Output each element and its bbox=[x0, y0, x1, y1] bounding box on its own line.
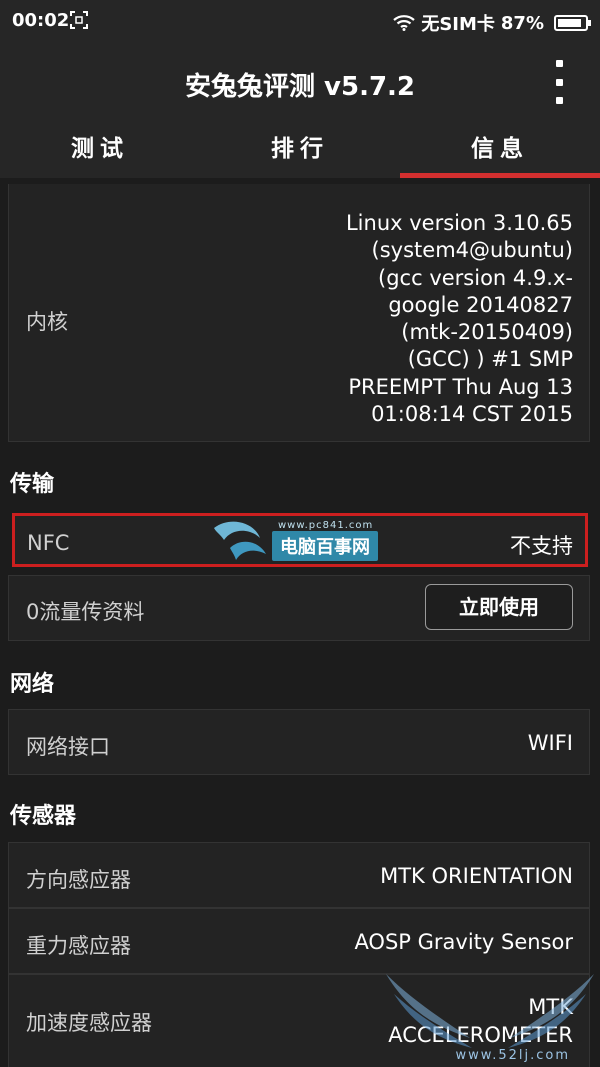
kernel-line: Linux version 3.10.65 bbox=[345, 211, 573, 235]
section-header-network: 网络 bbox=[10, 672, 55, 697]
use-now-button[interactable]: 立即使用 bbox=[425, 584, 573, 630]
watermark-swirl-icon bbox=[214, 521, 266, 560]
watermark-52lj: www.52lj.com bbox=[380, 968, 600, 1067]
menu-dot bbox=[555, 97, 563, 104]
section-header-sensors: 传感器 bbox=[10, 804, 77, 829]
watermark-pc841: www.pc841.com 电脑百事网 bbox=[210, 518, 390, 562]
tab-ranking[interactable]: 排行 bbox=[200, 122, 400, 178]
kernel-line: google 20140827 bbox=[388, 292, 573, 317]
network-interface-value: WIFI bbox=[527, 731, 573, 755]
kernel-line: (GCC) ) #1 SMP bbox=[407, 347, 573, 372]
sim-status: 无SIM卡 bbox=[421, 14, 495, 35]
kernel-label: 内核 bbox=[26, 310, 68, 334]
watermark-name: 电脑百事网 bbox=[272, 531, 378, 561]
kernel-line: 01:08:14 CST 2015 bbox=[371, 402, 573, 427]
menu-dot bbox=[555, 78, 563, 86]
battery-level bbox=[558, 19, 581, 27]
watermark-url: www.52lj.com bbox=[455, 1048, 570, 1063]
screenshot-icon bbox=[70, 11, 88, 29]
watermark-url: www.pc841.com bbox=[278, 520, 374, 531]
kernel-value: Linux version 3.10.65 (system4@ubuntu) (… bbox=[313, 210, 573, 428]
sensor-label: 重力感应器 bbox=[26, 934, 131, 958]
overflow-menu-icon[interactable] bbox=[554, 60, 564, 104]
status-bar: 00:02 无SIM卡 87% bbox=[0, 0, 600, 44]
sensor-label: 加速度感应器 bbox=[26, 1011, 152, 1035]
kernel-line: PREEMPT Thu Aug 13 bbox=[348, 374, 573, 399]
kernel-line: (mtk-20150409) bbox=[401, 320, 573, 345]
menu-dot bbox=[555, 60, 563, 67]
network-interface-row: 网络接口 WIFI bbox=[8, 709, 590, 775]
tab-bar: 测试 排行 信息 bbox=[0, 122, 600, 178]
network-interface-label: 网络接口 bbox=[26, 735, 110, 759]
nfc-label: NFC bbox=[27, 531, 70, 555]
kernel-row: 内核 Linux version 3.10.65 (system4@ubuntu… bbox=[8, 184, 590, 442]
zero-data-row: 0流量传资料 立即使用 bbox=[8, 575, 590, 641]
wifi-icon bbox=[393, 15, 416, 31]
status-indicators: 无SIM卡 87% bbox=[393, 10, 591, 36]
app-title: 安兔兔评测 v5.7.2 bbox=[184, 72, 416, 102]
battery-percent: 87% bbox=[500, 12, 544, 34]
info-content[interactable]: 内核 Linux version 3.10.65 (system4@ubuntu… bbox=[0, 178, 600, 1067]
sensor-label: 方向感应器 bbox=[26, 868, 131, 892]
sensor-value: AOSP Gravity Sensor bbox=[354, 930, 573, 954]
kernel-line: (gcc version 4.9.x- bbox=[378, 265, 573, 290]
zero-data-label: 0流量传资料 bbox=[26, 600, 145, 624]
sensor-row-orientation: 方向感应器 MTK ORIENTATION bbox=[8, 842, 590, 908]
tab-info[interactable]: 信息 bbox=[400, 122, 600, 178]
status-time: 00:02 bbox=[12, 10, 70, 31]
kernel-line: (system4@ubuntu) bbox=[371, 238, 573, 263]
section-header-transfer: 传输 bbox=[10, 472, 55, 497]
battery-icon bbox=[554, 15, 591, 31]
nfc-value: 不支持 bbox=[510, 534, 573, 558]
sensor-value: MTK ORIENTATION bbox=[380, 864, 573, 888]
sensor-row-gravity: 重力感应器 AOSP Gravity Sensor bbox=[8, 908, 590, 974]
tab-test[interactable]: 测试 bbox=[0, 122, 200, 178]
app-bar: 安兔兔评测 v5.7.2 bbox=[0, 44, 600, 122]
